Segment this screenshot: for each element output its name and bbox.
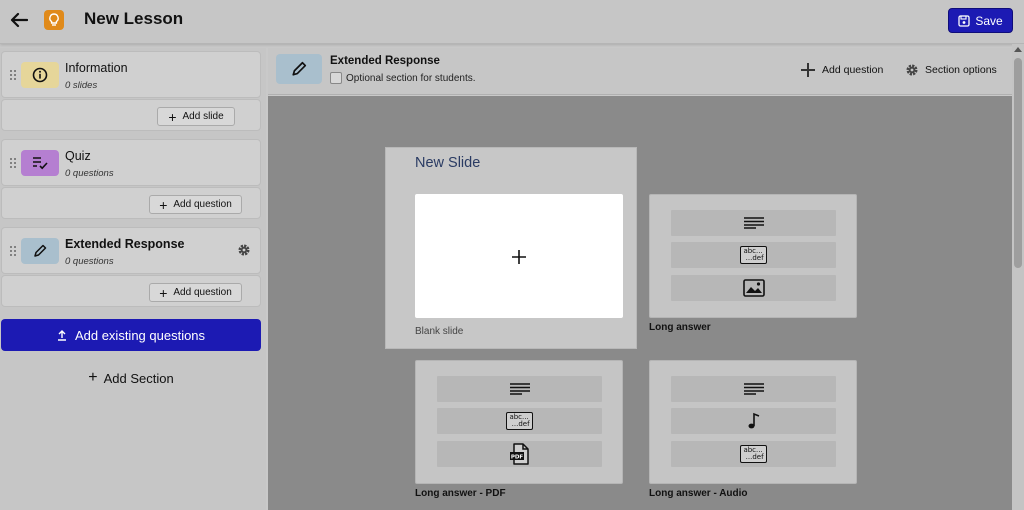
svg-text:PDF: PDF bbox=[510, 454, 523, 460]
section-options-action[interactable]: Section options bbox=[905, 60, 997, 80]
abc-def-icon: abc... ...def bbox=[671, 441, 836, 467]
gear-icon bbox=[906, 64, 918, 76]
slide-canvas bbox=[268, 96, 1012, 510]
section-title: Information bbox=[65, 61, 128, 75]
add-question-label: Add question bbox=[173, 287, 232, 298]
plus-icon: + bbox=[159, 196, 168, 213]
section-title: Quiz bbox=[65, 149, 91, 163]
section-count: 0 slides bbox=[65, 80, 98, 91]
save-icon bbox=[958, 14, 970, 27]
top-bar: New Lesson Save bbox=[0, 0, 1024, 44]
lines-icon bbox=[437, 376, 602, 402]
add-question-label: Add question bbox=[822, 64, 884, 76]
add-slide-button[interactable]: + Add slide bbox=[157, 107, 235, 126]
drag-handle-icon[interactable] bbox=[9, 245, 17, 257]
add-question-button[interactable]: + Add question bbox=[149, 283, 242, 302]
section-quiz-footer: + Add question bbox=[1, 187, 261, 219]
scroll-up-arrow-icon[interactable] bbox=[1014, 47, 1022, 52]
checklist-icon bbox=[21, 150, 59, 176]
blank-slide-card[interactable] bbox=[415, 194, 623, 318]
section-header: Extended Response Optional section for s… bbox=[268, 48, 1012, 95]
lines-icon bbox=[671, 210, 836, 236]
add-section-button[interactable]: + Add Section bbox=[0, 366, 262, 390]
template-long-answer[interactable]: abc... ...def bbox=[649, 194, 857, 318]
add-section-label: Add Section bbox=[103, 370, 174, 386]
optional-checkbox[interactable] bbox=[330, 72, 342, 84]
page-title: New Lesson bbox=[84, 9, 184, 28]
pencil-icon bbox=[21, 238, 59, 264]
plus-icon: + bbox=[159, 284, 168, 301]
section-options-label: Section options bbox=[925, 64, 997, 76]
section-information-footer: + Add slide bbox=[1, 99, 261, 131]
plus-icon bbox=[511, 241, 527, 272]
template-long-answer-audio[interactable]: abc... ...def bbox=[649, 360, 857, 484]
back-arrow-icon[interactable] bbox=[8, 8, 30, 32]
plus-icon: + bbox=[88, 369, 98, 386]
section-quiz[interactable]: Quiz 0 questions bbox=[1, 139, 261, 186]
save-button[interactable]: Save bbox=[948, 8, 1013, 33]
section-count: 0 questions bbox=[65, 168, 114, 179]
add-existing-label: Add existing questions bbox=[74, 327, 206, 343]
add-question-button[interactable]: + Add question bbox=[149, 195, 242, 214]
template-label: Long answer - Audio bbox=[649, 488, 748, 499]
abc-def-icon: abc... ...def bbox=[671, 242, 836, 268]
template-label: Long answer - PDF bbox=[415, 488, 506, 499]
add-existing-questions-button[interactable]: Add existing questions bbox=[1, 319, 261, 351]
lightbulb-logo-icon bbox=[44, 10, 64, 30]
section-count: 0 questions bbox=[65, 256, 114, 267]
section-title: Extended Response bbox=[65, 237, 185, 251]
section-extended-response[interactable]: Extended Response 0 questions bbox=[1, 227, 261, 274]
pencil-icon bbox=[276, 54, 322, 84]
scrollbar-thumb[interactable] bbox=[1014, 58, 1022, 268]
drag-handle-icon[interactable] bbox=[9, 69, 17, 81]
info-icon bbox=[21, 62, 59, 88]
lines-icon bbox=[671, 376, 836, 402]
optional-label: Optional section for students. bbox=[346, 73, 476, 84]
gear-icon[interactable] bbox=[237, 243, 251, 257]
plus-icon: + bbox=[168, 108, 177, 125]
section-information[interactable]: Information 0 slides bbox=[1, 51, 261, 98]
upload-icon bbox=[57, 329, 66, 341]
image-icon bbox=[671, 275, 836, 301]
section-header-title: Extended Response bbox=[330, 55, 440, 67]
add-question-action[interactable]: Add question bbox=[800, 60, 883, 80]
section-extended-response-footer: + Add question bbox=[1, 275, 261, 307]
abc-def-icon: abc... ...def bbox=[437, 408, 602, 434]
add-slide-label: Add slide bbox=[182, 111, 224, 122]
music-note-icon bbox=[671, 408, 836, 434]
pdf-icon: PDF bbox=[437, 441, 602, 467]
template-label: Long answer bbox=[649, 322, 711, 333]
drag-handle-icon[interactable] bbox=[9, 157, 17, 169]
template-long-answer-pdf[interactable]: abc... ...def PDF bbox=[415, 360, 623, 484]
plus-icon bbox=[801, 63, 815, 77]
new-slide-title: New Slide bbox=[415, 155, 481, 171]
save-label: Save bbox=[975, 13, 1003, 28]
add-question-label: Add question bbox=[173, 199, 232, 210]
blank-slide-label: Blank slide bbox=[415, 326, 464, 337]
